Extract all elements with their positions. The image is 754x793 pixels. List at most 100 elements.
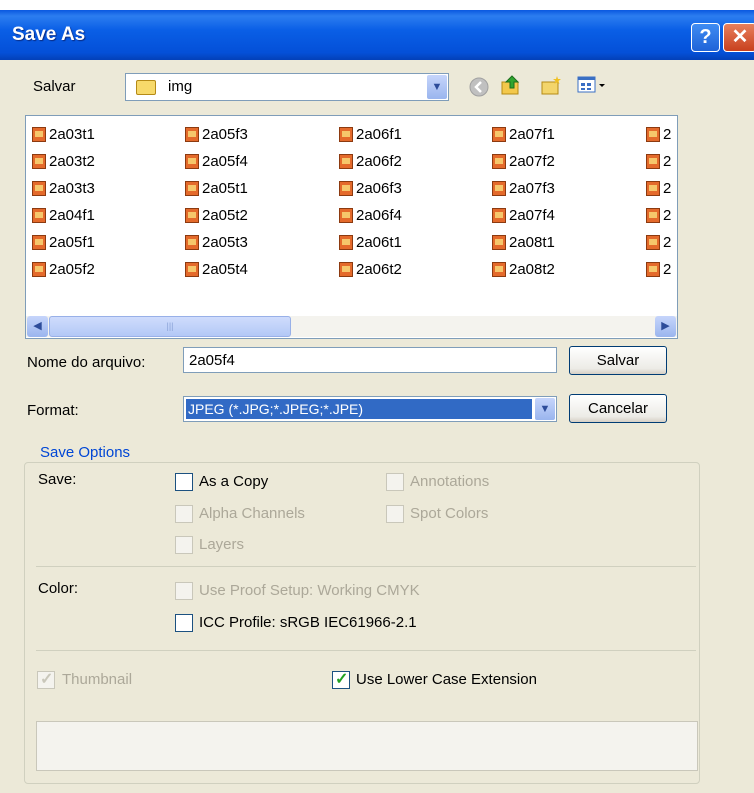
file-item[interactable]: 2a05t3 <box>185 233 248 253</box>
image-file-icon <box>185 262 199 277</box>
image-file-icon <box>32 208 46 223</box>
image-file-icon <box>646 235 660 250</box>
format-select[interactable]: JPEG (*.JPG;*.JPEG;*.JPE) ▼ <box>183 396 557 422</box>
file-item[interactable]: 2a03t1 <box>32 125 95 145</box>
image-file-icon <box>492 262 506 277</box>
file-item[interactable]: 2a06f4 <box>339 206 402 226</box>
file-name: 2a07f1 <box>509 126 555 143</box>
file-name: 2a06t2 <box>356 261 402 278</box>
save-button[interactable]: Salvar <box>569 346 667 375</box>
file-name: 2a07f2 <box>509 153 555 170</box>
lower-case-extension-checkbox[interactable]: ✓ <box>332 671 350 689</box>
file-item[interactable]: 2a05f1 <box>32 233 95 253</box>
file-item[interactable]: 2a06t1 <box>339 233 402 253</box>
image-file-icon <box>185 181 199 196</box>
file-item[interactable]: 2a07f3 <box>492 179 555 199</box>
title-bar[interactable]: Save As ? ✕ <box>0 10 754 60</box>
filename-input[interactable]: 2a05f4 <box>183 347 557 373</box>
file-item[interactable]: 2a07f4 <box>492 206 555 226</box>
file-name: 2 <box>663 180 672 197</box>
scroll-right-icon[interactable]: ▶ <box>655 316 676 337</box>
annotations-checkbox[interactable] <box>386 473 404 491</box>
view-menu-icon[interactable] <box>576 74 608 96</box>
save-in-label: Salvar <box>33 78 76 95</box>
thumbnail-checkbox[interactable]: ✓ <box>37 671 55 689</box>
layers-checkbox[interactable] <box>175 536 193 554</box>
chevron-down-icon[interactable]: ▼ <box>427 75 447 99</box>
file-item[interactable]: 2a05t2 <box>185 206 248 226</box>
file-item[interactable]: 2a03t3 <box>32 179 95 199</box>
icc-profile-checkbox[interactable] <box>175 614 193 632</box>
file-item[interactable]: 2a06f1 <box>339 125 402 145</box>
scroll-thumb[interactable]: ||| <box>49 316 291 337</box>
alpha-channels-label: Alpha Channels <box>199 505 305 522</box>
file-name: 2a05t1 <box>202 180 248 197</box>
image-file-icon <box>492 235 506 250</box>
save-label: Save: <box>38 471 77 488</box>
file-item[interactable]: 2a08t1 <box>492 233 555 253</box>
up-folder-icon[interactable] <box>500 74 522 96</box>
help-button[interactable]: ? <box>691 23 720 52</box>
use-proof-setup-checkbox[interactable] <box>175 582 193 600</box>
image-file-icon <box>32 181 46 196</box>
file-item[interactable]: 2 <box>646 125 671 145</box>
file-item[interactable]: 2 <box>646 260 671 280</box>
image-file-icon <box>185 208 199 223</box>
file-item[interactable]: 2a08t2 <box>492 260 555 280</box>
file-item[interactable]: 2a05f2 <box>32 260 95 280</box>
file-item[interactable]: 2a06t2 <box>339 260 402 280</box>
file-item[interactable]: 2a07f1 <box>492 125 555 145</box>
file-name: 2 <box>663 207 672 224</box>
file-name: 2 <box>663 126 672 143</box>
file-item[interactable]: 2a05t1 <box>185 179 248 199</box>
folder-icon <box>136 80 156 95</box>
file-item[interactable]: 2a04f1 <box>32 206 95 226</box>
image-file-icon <box>646 127 660 142</box>
save-in-combo[interactable]: img ▼ <box>125 73 449 101</box>
file-item[interactable]: 2 <box>646 179 671 199</box>
file-list[interactable]: 2 2 2 2 2 2 2a08t2 2a08t1 2a07f4 2a07f3 2a07f2 2a07… <box>25 115 678 339</box>
file-item[interactable]: 2a06f3 <box>339 179 402 199</box>
checkmark-icon: ✓ <box>335 671 349 688</box>
alpha-channels-checkbox[interactable] <box>175 505 193 523</box>
image-file-icon <box>32 262 46 277</box>
annotations-label: Annotations <box>410 473 490 490</box>
description-box <box>36 721 698 771</box>
file-item[interactable]: 2a06f2 <box>339 152 402 172</box>
filename-label: Nome do arquivo: <box>27 354 146 371</box>
file-name: 2 <box>663 261 672 278</box>
file-name: 2a06f4 <box>356 207 402 224</box>
file-name: 2a05t3 <box>202 234 248 251</box>
image-file-icon <box>185 235 199 250</box>
as-a-copy-checkbox[interactable] <box>175 473 193 491</box>
spot-colors-checkbox[interactable] <box>386 505 404 523</box>
image-file-icon <box>646 208 660 223</box>
file-item[interactable]: 2a05t4 <box>185 260 248 280</box>
image-file-icon <box>185 127 199 142</box>
file-item[interactable]: 2a05f4 <box>185 152 248 172</box>
new-folder-icon[interactable] <box>540 74 562 96</box>
cancel-button[interactable]: Cancelar <box>569 394 667 423</box>
image-file-icon <box>646 181 660 196</box>
file-item[interactable]: 2a05f3 <box>185 125 248 145</box>
file-name: 2a08t2 <box>509 261 555 278</box>
chevron-down-icon[interactable]: ▼ <box>535 398 555 420</box>
close-button[interactable]: ✕ <box>723 23 754 52</box>
file-name: 2a05f2 <box>49 261 95 278</box>
thumbnail-label: Thumbnail <box>62 671 133 688</box>
file-item[interactable]: 2 <box>646 206 671 226</box>
back-icon[interactable] <box>468 76 490 98</box>
horizontal-scrollbar[interactable]: ◀ ||| ▶ <box>26 316 677 337</box>
file-item[interactable]: 2 <box>646 233 671 253</box>
image-file-icon <box>339 235 353 250</box>
file-item[interactable]: 2a03t2 <box>32 152 95 172</box>
file-name: 2 <box>663 153 672 170</box>
divider <box>36 650 696 651</box>
image-file-icon <box>492 127 506 142</box>
file-item[interactable]: 2a07f2 <box>492 152 555 172</box>
file-name: 2a05f3 <box>202 126 248 143</box>
file-item[interactable]: 2 <box>646 152 671 172</box>
scroll-left-icon[interactable]: ◀ <box>27 316 48 337</box>
spot-colors-label: Spot Colors <box>410 505 489 522</box>
file-name: 2a06t1 <box>356 234 402 251</box>
